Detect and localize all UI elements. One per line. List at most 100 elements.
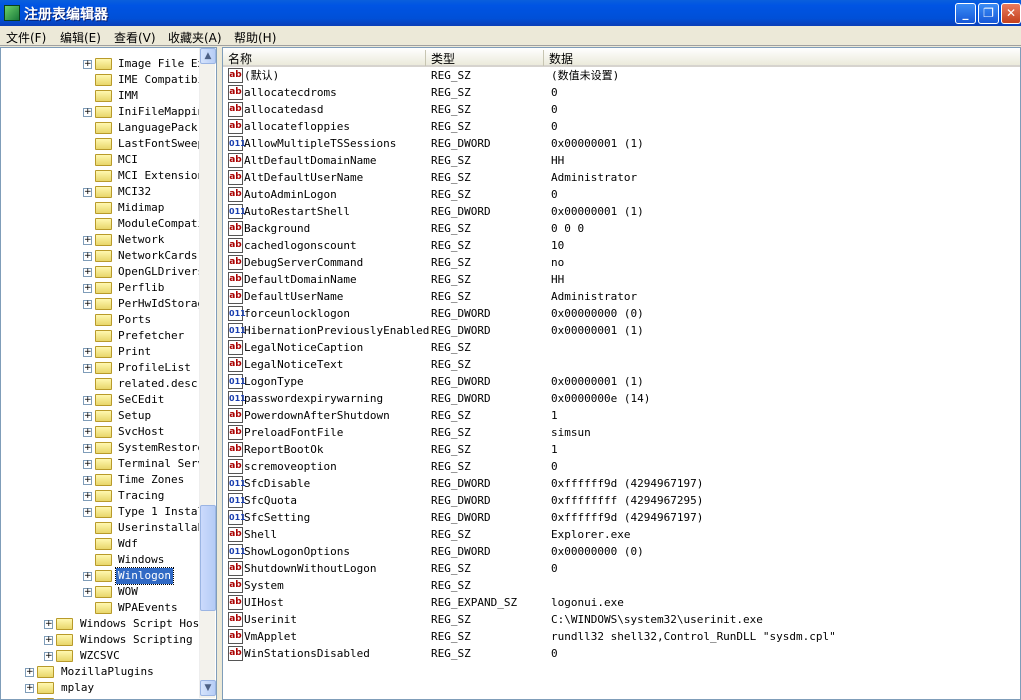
- tree-item[interactable]: Windows: [1, 552, 201, 568]
- menu-file[interactable]: 文件(F): [6, 29, 46, 46]
- expand-icon[interactable]: +: [83, 108, 92, 117]
- scroll-thumb[interactable]: [200, 505, 216, 611]
- tree-item[interactable]: ModuleCompati: [1, 216, 204, 232]
- tree-item[interactable]: + Type 1 Instal: [1, 504, 204, 520]
- tree-item[interactable]: + Network: [1, 232, 201, 248]
- list-row[interactable]: 011 passwordexpirywarning REG_DWORD 0x00000…: [223, 390, 1020, 407]
- tree-item[interactable]: + Winlogon: [1, 567, 201, 585]
- expand-icon[interactable]: +: [83, 348, 92, 357]
- tree-item[interactable]: + WOW: [1, 584, 201, 600]
- expand-icon[interactable]: +: [44, 620, 53, 629]
- list-row[interactable]: ab PowerdownAfterShutdown REG_SZ 1: [223, 407, 1020, 424]
- list-row[interactable]: 011 AllowMultipleTSSessions REG_DWORD 0x000…: [223, 135, 1020, 152]
- tree-scrollbar[interactable]: ▲ ▼: [199, 48, 216, 698]
- tree-item[interactable]: + IniFileMappin: [1, 104, 204, 120]
- list-row[interactable]: ab AltDefaultUserName REG_SZ Administrator: [223, 169, 1020, 186]
- tree-item[interactable]: + Image File Ex: [1, 56, 204, 72]
- menu-help[interactable]: 帮助(H): [234, 29, 276, 46]
- expand-icon[interactable]: +: [83, 428, 92, 437]
- registry-tree[interactable]: + Image File Ex IME Compatibil IMM + IniFileM…: [0, 47, 217, 700]
- list-row[interactable]: ab System REG_SZ: [223, 577, 1020, 594]
- tree-item[interactable]: LanguagePack: [1, 120, 201, 136]
- expand-icon[interactable]: +: [83, 412, 92, 421]
- list-row[interactable]: 011 SfcSetting REG_DWORD 0xffffff9d (429496…: [223, 509, 1020, 526]
- expand-icon[interactable]: +: [25, 684, 34, 693]
- values-list[interactable]: 名称 类型 数据 ab (默认) REG_SZ (数值未设置) ab allocatecd…: [222, 47, 1021, 700]
- tree-item[interactable]: + mplay: [1, 680, 201, 696]
- tree-item[interactable]: + Windows Scripting Ho: [1, 632, 212, 648]
- restore-button[interactable]: ❐: [978, 3, 999, 24]
- expand-icon[interactable]: +: [83, 268, 92, 277]
- list-row[interactable]: ab DefaultUserName REG_SZ Administrator: [223, 288, 1020, 305]
- expand-icon[interactable]: +: [25, 668, 34, 677]
- tree-item[interactable]: + OpenGLDrivers: [1, 264, 204, 280]
- expand-icon[interactable]: +: [83, 188, 92, 197]
- list-row[interactable]: ab AutoAdminLogon REG_SZ 0: [223, 186, 1020, 203]
- tree-item[interactable]: MCI Extension: [1, 168, 204, 184]
- tree-item[interactable]: + SeCEdit: [1, 392, 201, 408]
- list-row[interactable]: 011 ShowLogonOptions REG_DWORD 0x00000000 (…: [223, 543, 1020, 560]
- tree-item[interactable]: + Tracing: [1, 488, 201, 504]
- tree-item[interactable]: + SystemRestore: [1, 440, 204, 456]
- tree-item[interactable]: MCI: [1, 152, 201, 168]
- minimize-button[interactable]: _: [955, 3, 976, 24]
- tree-item[interactable]: + MCI32: [1, 184, 201, 200]
- expand-icon[interactable]: +: [83, 300, 92, 309]
- expand-icon[interactable]: +: [83, 492, 92, 501]
- list-row[interactable]: ab DebugServerCommand REG_SZ no: [223, 254, 1020, 271]
- scroll-down-button[interactable]: ▼: [200, 680, 216, 696]
- menu-edit[interactable]: 编辑(E): [60, 29, 101, 46]
- tree-item[interactable]: LastFontSweep: [1, 136, 204, 152]
- tree-item[interactable]: + WZCSVC: [1, 648, 201, 664]
- tree-item[interactable]: WPAEvents: [1, 600, 201, 616]
- list-row[interactable]: ab DefaultDomainName REG_SZ HH: [223, 271, 1020, 288]
- tree-item[interactable]: + Setup: [1, 408, 201, 424]
- list-row[interactable]: ab allocatedasd REG_SZ 0: [223, 101, 1020, 118]
- menu-view[interactable]: 查看(V): [114, 29, 156, 46]
- expand-icon[interactable]: +: [83, 476, 92, 485]
- column-type[interactable]: 类型: [426, 50, 544, 66]
- tree-item[interactable]: + Windows Script Host: [1, 616, 206, 632]
- expand-icon[interactable]: +: [44, 636, 53, 645]
- list-row[interactable]: 011 SfcDisable REG_DWORD 0xffffff9d (429496…: [223, 475, 1020, 492]
- list-row[interactable]: ab LegalNoticeText REG_SZ: [223, 356, 1020, 373]
- expand-icon[interactable]: +: [83, 252, 92, 261]
- tree-item[interactable]: + Time Zones: [1, 472, 201, 488]
- close-button[interactable]: ✕: [1001, 3, 1021, 24]
- list-row[interactable]: ab cachedlogonscount REG_SZ 10: [223, 237, 1020, 254]
- tree-item[interactable]: + NetworkCards: [1, 248, 201, 264]
- list-row[interactable]: ab Shell REG_SZ Explorer.exe: [223, 526, 1020, 543]
- tree-item[interactable]: + Print: [1, 344, 201, 360]
- expand-icon[interactable]: +: [44, 652, 53, 661]
- tree-item[interactable]: + MozillaPlugins: [1, 664, 201, 680]
- list-row[interactable]: ab WinStationsDisabled REG_SZ 0: [223, 645, 1020, 662]
- expand-icon[interactable]: +: [83, 364, 92, 373]
- list-row[interactable]: 011 LogonType REG_DWORD 0x00000001 (1): [223, 373, 1020, 390]
- expand-icon[interactable]: +: [83, 572, 92, 581]
- tree-item[interactable]: + SvcHost: [1, 424, 201, 440]
- tree-item[interactable]: +Nexon: [1, 696, 201, 699]
- expand-icon[interactable]: +: [83, 508, 92, 517]
- tree-item[interactable]: + Perflib: [1, 280, 201, 296]
- list-row[interactable]: ab ReportBootOk REG_SZ 1: [223, 441, 1020, 458]
- tree-item[interactable]: + ProfileList: [1, 360, 201, 376]
- tree-item[interactable]: + PerHwIdStorag: [1, 296, 204, 312]
- tree-item[interactable]: Midimap: [1, 200, 201, 216]
- list-row[interactable]: ab Userinit REG_SZ C:\WINDOWS\system32\user…: [223, 611, 1020, 628]
- column-data[interactable]: 数据: [544, 50, 1020, 66]
- list-row[interactable]: ab Background REG_SZ 0 0 0: [223, 220, 1020, 237]
- list-row[interactable]: 011 forceunlocklogon REG_DWORD 0x00000000 (…: [223, 305, 1020, 322]
- expand-icon[interactable]: +: [83, 60, 92, 69]
- expand-icon[interactable]: +: [83, 396, 92, 405]
- list-row[interactable]: 011 SfcQuota REG_DWORD 0xffffffff (42949672…: [223, 492, 1020, 509]
- tree-item[interactable]: IME Compatibil: [1, 72, 211, 88]
- list-row[interactable]: 011 HibernationPreviouslyEnabled REG_DWORD…: [223, 322, 1020, 339]
- column-name[interactable]: 名称: [223, 50, 426, 66]
- title-bar[interactable]: 注册表编辑器 _ ❐ ✕: [0, 0, 1021, 26]
- list-row[interactable]: ab allocatecdroms REG_SZ 0: [223, 84, 1020, 101]
- expand-icon[interactable]: +: [83, 444, 92, 453]
- list-row[interactable]: ab LegalNoticeCaption REG_SZ: [223, 339, 1020, 356]
- list-row[interactable]: 011 AutoRestartShell REG_DWORD 0x00000001 (…: [223, 203, 1020, 220]
- scroll-up-button[interactable]: ▲: [200, 48, 216, 64]
- list-row[interactable]: ab PreloadFontFile REG_SZ simsun: [223, 424, 1020, 441]
